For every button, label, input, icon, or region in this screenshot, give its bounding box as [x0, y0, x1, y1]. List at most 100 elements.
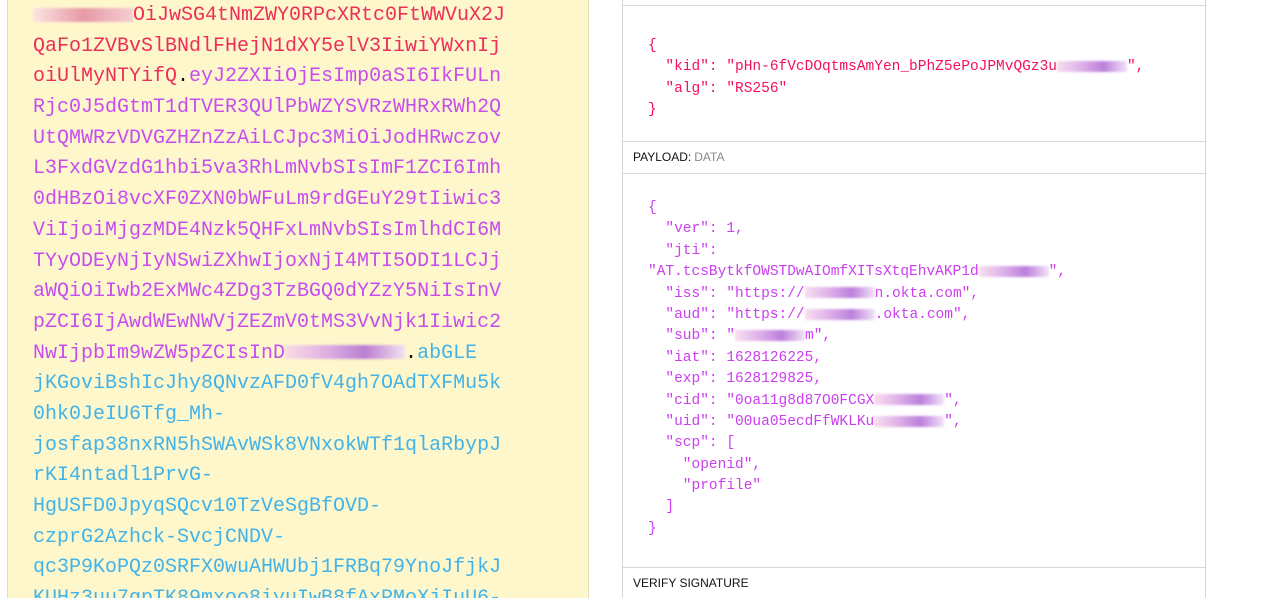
code-segment: QaFo1ZVBvSlBNdlFHejN1dXY5elV3IiwiYWxnIj: [33, 34, 502, 58]
code-line: L3FxdGVzdG1hbi5va3RhLmNvbSIsImF1ZCI6Imh: [33, 154, 505, 185]
code-line: "alg": "RS256": [648, 79, 1144, 100]
code-segment: "jti":: [648, 242, 718, 259]
payload-title: PAYLOAD:: [633, 150, 692, 164]
code-segment: UtQMWRzVDVGZHZnZzAiLCJpc3MiOiJodHRwczov: [33, 126, 502, 150]
code-line: OiJwSG4tNmZWY0RPcXRtc0FtWWVuX2J: [33, 1, 505, 32]
redacted-block: [735, 330, 806, 342]
code-segment: "sub": ": [648, 328, 736, 345]
code-line: "scp": [: [648, 433, 1066, 454]
code-line: "AT.tcsBytkfOWSTDwAIOmfXITsXtqEhvAKP1d ",: [648, 262, 1066, 283]
code-segment: NwIjpbIm9wZW5pZCIsInD: [33, 341, 286, 365]
code-segment: {: [648, 200, 657, 216]
code-segment: 0dHBzOi8vcXF0ZXN0bWFuLm9rdGEuY29tIiwic3: [33, 188, 502, 212]
decoded-panel: { "kid": "pHn-6fVcDOqtmsAmYen_bPhZ5ePoJP…: [622, 0, 1206, 598]
redacted-block: [33, 7, 133, 22]
redacted-block: [285, 345, 406, 360]
code-line: "exp": 1628129825,: [648, 369, 1066, 390]
code-segment: "openid",: [648, 456, 762, 473]
redacted-block: [874, 415, 945, 427]
payload-json[interactable]: { "ver": 1, "jti": "AT.tcsBytkfOWSTDwAIOm…: [648, 198, 1066, 540]
code-line: ]: [648, 497, 1066, 518]
code-segment: qc3P9KoPQz0SRFX0wuAHWUbj1FRBq79YnoJfjkJ: [33, 556, 502, 580]
code-segment: m",: [805, 328, 832, 345]
code-line: aWQiOiIwb2ExMWc4ZDg3TzBGQ0dYZzY5NiIsInV: [33, 277, 505, 308]
code-line: czprG2Azhck-SvcjCNDV-: [33, 523, 505, 554]
code-segment: oiUlMyNTYifQ: [33, 65, 178, 89]
code-segment: {: [648, 38, 657, 54]
code-line: "aud": "https:// .okta.com",: [648, 305, 1066, 326]
payload-sublabel: DATA: [694, 150, 725, 164]
code-line: UtQMWRzVDVGZHZnZzAiLCJpc3MiOiJodHRwczov: [33, 124, 505, 155]
code-segment: ",: [944, 413, 962, 430]
redacted-block: [804, 287, 875, 299]
code-segment: Rjc0J5dGtmT1dTVER3QUlPbWZYSVRzWHRxRWh2Q: [33, 96, 502, 120]
code-segment: aWQiOiIwb2ExMWc4ZDg3TzBGQ0dYZzY5NiIsInV: [33, 280, 502, 304]
code-line: oiUlMyNTYifQ.eyJ2ZXIiOjEsImp0aSI6IkFULn: [33, 62, 505, 93]
code-segment: ]: [648, 499, 675, 516]
code-segment: czprG2Azhck-SvcjCNDV-: [33, 525, 286, 549]
code-line: "iss": "https:// n.okta.com",: [648, 284, 1066, 305]
code-line: "iat": 1628126225,: [648, 348, 1066, 369]
code-segment: ",: [944, 392, 962, 409]
code-segment: }: [648, 520, 657, 537]
code-segment: "AT.tcsBytkfOWSTDwAIOmfXITsXtqEhvAKP1d: [648, 264, 979, 281]
code-segment: "aud": "https://: [648, 306, 805, 323]
code-segment: "scp": [: [648, 435, 736, 452]
code-segment: "kid": "pHn-6fVcDOqtmsAmYen_bPhZ5ePoJPMv…: [648, 59, 1057, 76]
code-line: 0dHBzOi8vcXF0ZXN0bWFuLm9rdGEuY29tIiwic3: [33, 185, 505, 216]
code-line: qc3P9KoPQz0SRFX0wuAHWUbj1FRBq79YnoJfjkJ: [33, 553, 505, 584]
encoded-token-text[interactable]: OiJwSG4tNmZWY0RPcXRtc0FtWWVuX2J QaFo1ZVBv…: [33, 1, 505, 598]
encoded-token-panel[interactable]: OiJwSG4tNmZWY0RPcXRtc0FtWWVuX2J QaFo1ZVBv…: [7, 0, 589, 598]
code-line: "profile": [648, 476, 1066, 497]
code-segment: eyJ2ZXIiOjEsImp0aSI6IkFULn: [189, 65, 502, 89]
redacted-block: [874, 394, 945, 406]
code-line: ViIjoiMjgzMDE4Nzk5QHFxLmNvbSIsImlhdCI6M: [33, 216, 505, 247]
verify-section: VERIFY SIGNATURE: [623, 567, 1205, 590]
code-line: "jti":: [648, 241, 1066, 262]
redacted-block: [1056, 61, 1127, 73]
code-line: josfap38nxRN5hSWAvWSk8VNxokWTf1qlaRbypJ: [33, 431, 505, 462]
header-json[interactable]: { "kid": "pHn-6fVcDOqtmsAmYen_bPhZ5ePoJP…: [648, 36, 1144, 122]
code-segment: ",: [1126, 59, 1145, 76]
code-line: }: [648, 100, 1144, 121]
code-line: HgUSFD0JpyqSQcv10TzVeSgBfOVD-: [33, 492, 505, 523]
verify-signature-label: VERIFY SIGNATURE: [633, 576, 749, 590]
code-segment: "uid": "00ua05ecdFfWKLKu: [648, 413, 875, 430]
code-segment: n.okta.com",: [874, 285, 980, 302]
code-line: {: [648, 36, 1144, 57]
code-line: "openid",: [648, 455, 1066, 476]
code-segment: .: [405, 341, 418, 365]
code-line: "ver": 1,: [648, 219, 1066, 240]
payload-label: PAYLOAD: DATA: [623, 142, 1205, 174]
code-line: 0hk0JeIU6Tfg_Mh-: [33, 400, 505, 431]
redacted-block: [804, 308, 875, 320]
code-segment: "iat": 1628126225,: [648, 349, 823, 366]
code-segment: TYyODEyNjIyNSwiZXhwIjoxNjI4MTI5ODI1LCJj: [33, 249, 502, 273]
code-segment: .: [177, 65, 190, 89]
code-line: NwIjpbIm9wZW5pZCIsInD .abGLE: [33, 339, 505, 370]
code-line: "sub": " m",: [648, 326, 1066, 347]
payload-section: PAYLOAD: DATA { "ver": 1, "jti": "AT.tcsBy…: [623, 141, 1205, 537]
code-segment: "profile": [648, 478, 762, 495]
code-segment: .okta.com",: [874, 306, 971, 323]
code-segment: ViIjoiMjgzMDE4Nzk5QHFxLmNvbSIsImlhdCI6M: [33, 218, 502, 242]
code-segment: }: [648, 102, 657, 119]
code-line: jKGoviBshIcJhy8QNvzAFD0fV4gh7OAdTXFMu5k: [33, 369, 505, 400]
code-line: pZCI6IjAwdWEwNWVjZEZmV0tMS3VvNjk1Iiwic2: [33, 308, 505, 339]
code-line: Rjc0J5dGtmT1dTVER3QUlPbWZYSVRzWHRxRWh2Q: [33, 93, 505, 124]
code-segment: HgUSFD0JpyqSQcv10TzVeSgBfOVD-: [33, 495, 382, 518]
code-segment: "cid": "0oa11g8d87O0FCGX: [648, 392, 875, 409]
code-line: rKI4ntadl1PrvG-: [33, 461, 505, 492]
code-segment: OiJwSG4tNmZWY0RPcXRtc0FtWWVuX2J: [133, 4, 506, 27]
code-line: KUHz3uu7gpTK89mxoo8iyuIwB8fAxPMoXjIuU6-: [33, 584, 505, 598]
code-segment: "alg": "RS256": [648, 80, 788, 97]
header-section: { "kid": "pHn-6fVcDOqtmsAmYen_bPhZ5ePoJP…: [623, 5, 1205, 142]
code-segment: rKI4ntadl1PrvG-: [33, 464, 214, 488]
code-line: "uid": "00ua05ecdFfWKLKu ",: [648, 412, 1066, 433]
code-segment: pZCI6IjAwdWEwNWVjZEZmV0tMS3VvNjk1Iiwic2: [33, 310, 502, 334]
code-segment: KUHz3uu7gpTK89mxoo8iyuIwB8fAxPMoXjIuU6-: [33, 587, 501, 598]
code-line: QaFo1ZVBvSlBNdlFHejN1dXY5elV3IiwiYWxnIj: [33, 32, 505, 63]
code-segment: abGLE: [417, 341, 478, 365]
code-segment: L3FxdGVzdG1hbi5va3RhLmNvbSIsImF1ZCI6Imh: [33, 157, 502, 181]
code-segment: 0hk0JeIU6Tfg_Mh-: [33, 402, 226, 426]
